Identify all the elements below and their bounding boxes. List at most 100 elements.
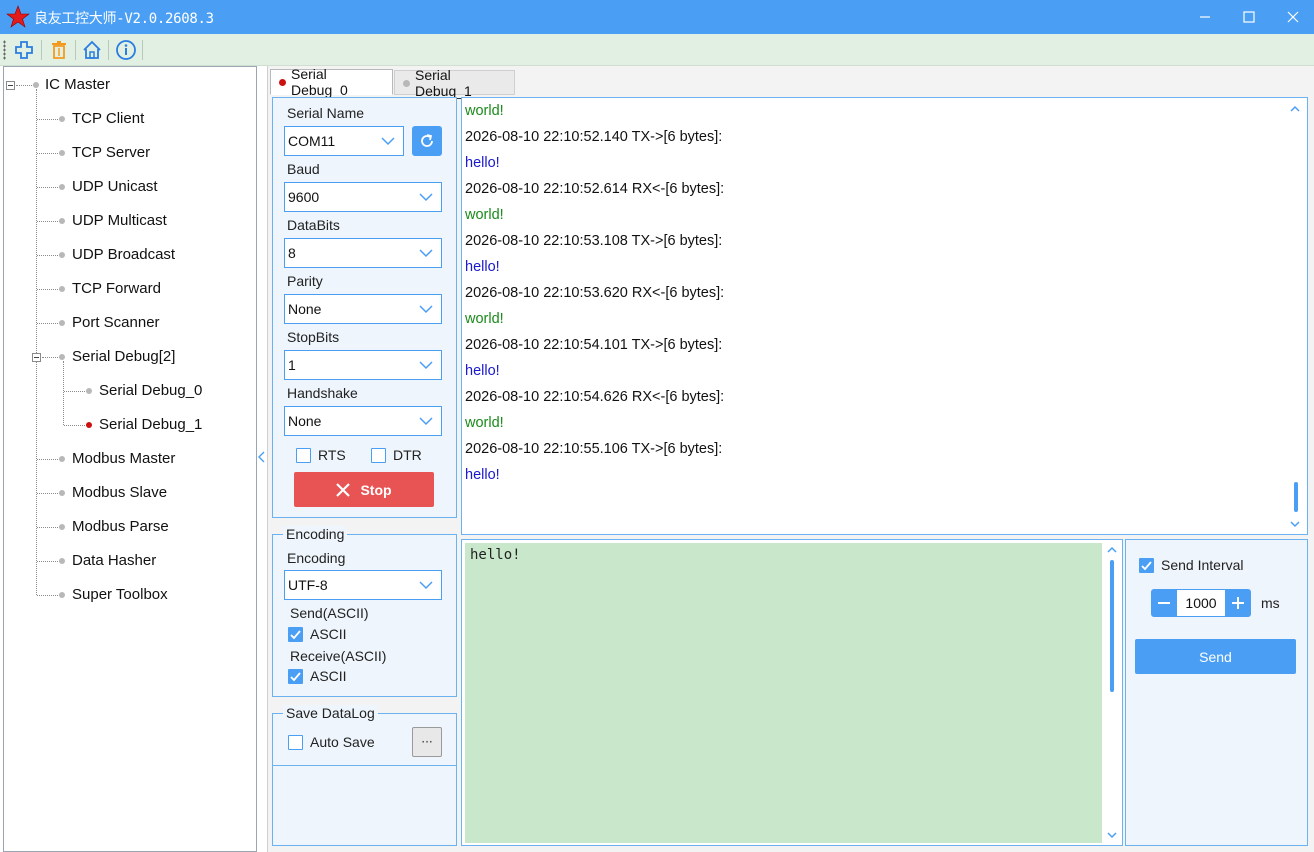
tab-serial-debug-1[interactable]: Serial Debug_1 bbox=[394, 67, 515, 99]
interval-input[interactable]: 1000 bbox=[1177, 589, 1225, 617]
collapse-panel-icon[interactable] bbox=[257, 449, 267, 467]
tree-item-serial-debug-1[interactable]: Serial Debug_1 bbox=[99, 416, 202, 433]
tree-node-dot bbox=[59, 218, 65, 224]
maximize-icon bbox=[1243, 11, 1255, 23]
tree-item-tcp-client[interactable]: TCP Client bbox=[72, 110, 144, 127]
tree-collapse-icon[interactable] bbox=[32, 353, 41, 362]
info-icon bbox=[116, 40, 136, 60]
tree-item-serial-debug[interactable]: Serial Debug[2] bbox=[72, 348, 175, 365]
parity-select[interactable]: None bbox=[284, 294, 442, 324]
parity-value: None bbox=[288, 301, 322, 317]
send-scroll-thumb[interactable] bbox=[1110, 560, 1114, 692]
toolbar-separator bbox=[142, 40, 143, 60]
scroll-down-icon[interactable] bbox=[1106, 829, 1118, 841]
maximize-button[interactable] bbox=[1226, 0, 1272, 34]
send-ascii-checkbox[interactable] bbox=[288, 627, 303, 642]
close-button[interactable] bbox=[1270, 0, 1314, 34]
refresh-icon bbox=[421, 134, 433, 147]
tree-item-udp-unicast[interactable]: UDP Unicast bbox=[72, 178, 158, 195]
tree-item-super-toolbox[interactable]: Super Toolbox bbox=[72, 586, 168, 603]
tree-root[interactable]: IC Master bbox=[45, 76, 110, 93]
toolbar-grip[interactable] bbox=[3, 40, 6, 60]
tree-node-dot bbox=[59, 354, 65, 360]
tree-connector bbox=[63, 361, 64, 425]
tree-item-udp-multicast[interactable]: UDP Multicast bbox=[72, 212, 167, 229]
tree-node-dot bbox=[59, 558, 65, 564]
refresh-button[interactable] bbox=[412, 126, 442, 156]
tree-collapse-icon[interactable] bbox=[6, 81, 15, 90]
tree-connector bbox=[42, 357, 60, 358]
delete-button[interactable] bbox=[47, 38, 71, 62]
stop-button[interactable]: Stop bbox=[294, 472, 434, 507]
tree-connector bbox=[37, 493, 60, 494]
log-line: 2026-08-10 22:10:55.106 TX->[6 bytes]: bbox=[465, 441, 723, 457]
tree-item-data-hasher[interactable]: Data Hasher bbox=[72, 552, 156, 569]
tree-item-serial-debug-0[interactable]: Serial Debug_0 bbox=[99, 382, 202, 399]
databits-select[interactable]: 8 bbox=[284, 238, 442, 268]
tree-node-active-dot bbox=[86, 422, 92, 428]
star-logo-icon bbox=[6, 5, 30, 28]
close-icon bbox=[1287, 11, 1299, 23]
stopbits-select[interactable]: 1 bbox=[284, 350, 442, 380]
tree-item-modbus-parse[interactable]: Modbus Parse bbox=[72, 518, 169, 535]
tree-node-dot bbox=[59, 252, 65, 258]
dtr-label: DTR bbox=[393, 447, 422, 463]
info-button[interactable] bbox=[114, 38, 138, 62]
scroll-up-icon[interactable] bbox=[1289, 103, 1301, 115]
auto-save-label: Auto Save bbox=[310, 734, 375, 750]
tree-connector bbox=[37, 595, 60, 596]
tab-status-dot bbox=[403, 80, 410, 87]
browse-button[interactable]: ··· bbox=[412, 727, 442, 757]
send-text-background: hello! bbox=[465, 543, 1102, 843]
decrement-button[interactable] bbox=[1151, 589, 1177, 617]
dtr-checkbox[interactable] bbox=[371, 448, 386, 463]
rts-label: RTS bbox=[318, 447, 346, 463]
baud-label: Baud bbox=[287, 161, 320, 177]
minus-icon bbox=[1158, 602, 1170, 604]
chevron-down-icon bbox=[381, 137, 395, 146]
receive-ascii-checkbox[interactable] bbox=[288, 669, 303, 684]
baud-select[interactable]: 9600 bbox=[284, 182, 442, 212]
send-textarea[interactable]: hello! bbox=[461, 539, 1123, 846]
add-button[interactable] bbox=[12, 38, 36, 62]
tree-item-udp-broadcast[interactable]: UDP Broadcast bbox=[72, 246, 175, 263]
receive-log[interactable]: world! 2026-08-10 22:10:52.140 TX->[6 byt… bbox=[461, 97, 1308, 535]
chevron-down-icon bbox=[419, 581, 433, 590]
scroll-up-icon[interactable] bbox=[1106, 544, 1118, 556]
home-button[interactable] bbox=[80, 38, 104, 62]
tree-node-dot bbox=[59, 116, 65, 122]
toolbar-separator bbox=[108, 40, 109, 60]
encoding-group-title: Encoding bbox=[283, 526, 348, 542]
encoding-select[interactable]: UTF-8 bbox=[284, 570, 442, 600]
datalog-group-title: Save DataLog bbox=[283, 705, 378, 721]
checkmark-icon bbox=[290, 630, 301, 640]
send-button[interactable]: Send bbox=[1135, 639, 1296, 674]
tab-label: Serial Debug_1 bbox=[415, 66, 472, 99]
rts-checkbox[interactable] bbox=[296, 448, 311, 463]
send-interval-label: Send Interval bbox=[1161, 557, 1244, 573]
handshake-label: Handshake bbox=[287, 385, 358, 401]
handshake-select[interactable]: None bbox=[284, 406, 442, 436]
auto-save-checkbox[interactable] bbox=[288, 735, 303, 750]
scroll-down-icon[interactable] bbox=[1289, 518, 1301, 530]
serial-name-select[interactable]: COM11 bbox=[284, 126, 404, 156]
tree-item-tcp-forward[interactable]: TCP Forward bbox=[72, 280, 161, 297]
tree-node-dot bbox=[86, 388, 92, 394]
tree-item-tcp-server[interactable]: TCP Server bbox=[72, 144, 150, 161]
checkmark-icon bbox=[1141, 561, 1152, 571]
log-line: world! bbox=[465, 103, 504, 119]
tree-item-modbus-master[interactable]: Modbus Master bbox=[72, 450, 175, 467]
datalog-panel-lower bbox=[272, 765, 457, 846]
tree-item-modbus-slave[interactable]: Modbus Slave bbox=[72, 484, 167, 501]
log-scroll-thumb[interactable] bbox=[1294, 482, 1298, 512]
receive-ascii-label: Receive(ASCII) bbox=[290, 648, 387, 664]
minimize-button[interactable] bbox=[1182, 0, 1228, 34]
increment-button[interactable] bbox=[1225, 589, 1251, 617]
tree-item-port-scanner[interactable]: Port Scanner bbox=[72, 314, 160, 331]
browse-button-label: ··· bbox=[421, 735, 433, 749]
plus-icon bbox=[1232, 597, 1244, 609]
window-title: 良友工控大师-V2.0.2608.3 bbox=[34, 11, 214, 27]
send-interval-checkbox[interactable] bbox=[1139, 558, 1154, 573]
tab-serial-debug-0[interactable]: Serial Debug_0 bbox=[270, 66, 393, 98]
interval-stepper: 1000 bbox=[1151, 589, 1251, 617]
